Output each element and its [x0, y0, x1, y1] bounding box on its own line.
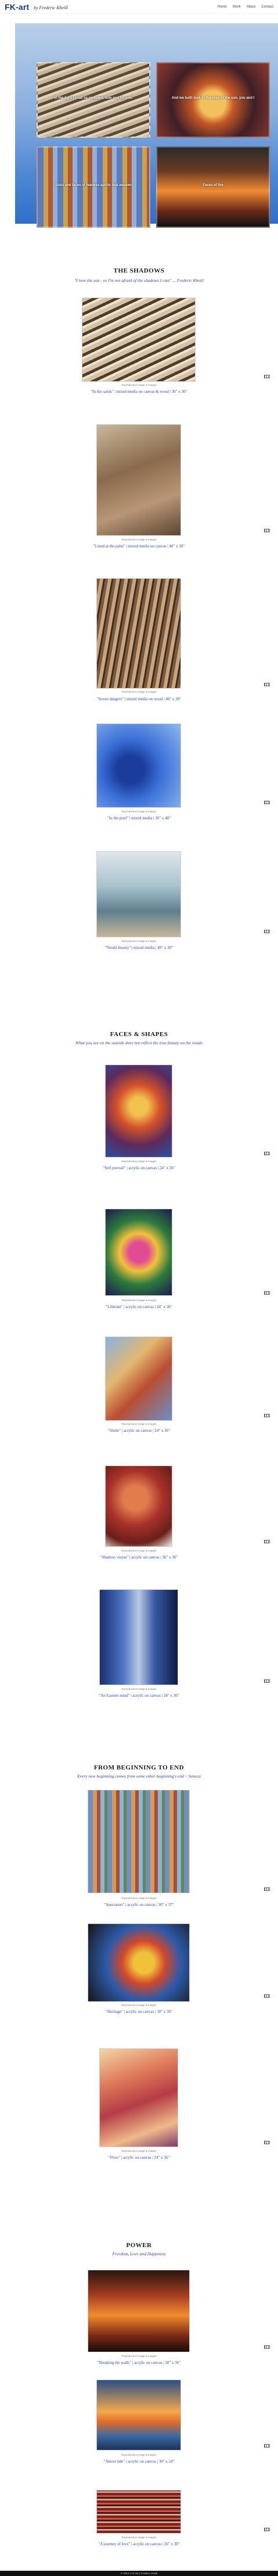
hero-tile-caption: Faces of fire — [203, 184, 223, 188]
hero-tile-shadows[interactable]: In the light I shall be revealed, now an… — [37, 62, 150, 138]
artwork-credit: Reproduction image & images — [121, 2149, 157, 2152]
gallery-icon[interactable] — [264, 1887, 270, 1891]
artwork-title: "Nestlé beauty" | mixed media | 40" x 30… — [105, 945, 173, 950]
gallery-icon[interactable] — [264, 683, 270, 686]
artwork-image[interactable] — [96, 2490, 181, 2534]
artwork-image[interactable] — [88, 1923, 190, 2002]
gallery-icon[interactable] — [264, 2528, 270, 2531]
artwork-title: "Flow" | acrylic on canvas | 24" x 36" — [108, 2155, 170, 2160]
section-subtitle: Every new beginning comes from some othe… — [77, 1774, 201, 1779]
artwork-image[interactable] — [105, 1209, 172, 1296]
section-title: FACES & SHAPES — [110, 1031, 168, 1038]
nav-work[interactable]: Work — [233, 5, 241, 9]
artwork-credit: Reproduction image & images — [121, 1688, 157, 1690]
hero-tile-caption: And we both look in the eyes of the sun,… — [171, 96, 255, 101]
section-title: POWER — [126, 2242, 152, 2249]
artwork-image[interactable] — [105, 1337, 172, 1421]
artwork-credit: Reproduction image & images — [121, 538, 157, 541]
artwork-image[interactable] — [82, 298, 196, 382]
gallery-icon[interactable] — [264, 529, 270, 532]
section-subtitle: Freedom, Love and Happiness — [112, 2251, 166, 2256]
artwork-image[interactable] — [96, 578, 181, 689]
artwork-credit: Reproduction image & images — [121, 2004, 157, 2007]
gallery-icon[interactable] — [264, 930, 270, 933]
gallery-icon[interactable] — [264, 2141, 270, 2144]
artwork-image[interactable] — [88, 2270, 190, 2352]
hero-tile-faces[interactable]: And we both look in the eyes of the sun,… — [156, 62, 270, 138]
artwork-title: "In the sands" | mixed media on canvas &… — [91, 389, 187, 394]
site-header: FK-art by Frederic Kheill Home Work Abou… — [0, 0, 278, 14]
artwork-credit: Reproduction image & images — [121, 1423, 157, 1425]
artwork-credit: Reproduction image & images — [121, 2355, 157, 2358]
hero-tile-caption: Stars and faces of fearless spirits that… — [55, 184, 132, 188]
artwork-image[interactable] — [99, 1589, 178, 1685]
artwork-image[interactable] — [99, 2048, 178, 2147]
artwork-credit: Reproduction image & images — [121, 690, 157, 693]
nav-contact[interactable]: Contact — [261, 5, 273, 9]
gallery-icon[interactable] — [264, 375, 270, 378]
artwork-image[interactable] — [96, 723, 181, 808]
artwork-title: "Heritage" | acrylic on canvas | 30" x 3… — [106, 2009, 172, 2014]
artwork-title: "An Eastern mind" | acrylic on canvas | … — [99, 1693, 179, 1698]
artwork-title: "In the pool" | mixed media | 36" x 48" — [107, 816, 171, 821]
artwork-title: "Self portrait" | acrylic on canvas | 24… — [103, 1166, 175, 1170]
gallery-icon[interactable] — [264, 1679, 270, 1683]
artwork-image[interactable] — [96, 2380, 181, 2450]
gallery-icon[interactable] — [264, 801, 270, 804]
artwork-credit: Reproduction image & images — [121, 1897, 157, 1900]
gallery-icon[interactable] — [264, 2444, 270, 2448]
hero-slider-dots[interactable]: • • • • — [15, 235, 278, 239]
artwork-title: "Liberate" | acrylic on canvas | 24" x 3… — [106, 1305, 172, 1309]
hero-tile-beginning[interactable]: Stars and faces of fearless spirits that… — [37, 146, 150, 228]
site-footer: © 2013 | FK-art | Frederic Kheill — [0, 2571, 278, 2576]
gallery-icon[interactable] — [264, 2345, 270, 2349]
artwork-image[interactable] — [96, 851, 181, 937]
artwork-credit: Reproduction image & images — [121, 2536, 157, 2539]
main-nav: Home Work About Contact — [218, 5, 273, 9]
artwork-image[interactable] — [105, 1466, 172, 1547]
section-subtitle: What you see on the outside does not ref… — [75, 1040, 203, 1045]
artwork-title: "Spectators" | acrylic on canvas | 30" x… — [104, 1903, 174, 1907]
artwork-credit: Reproduction image & images — [121, 1299, 157, 1302]
artwork-title: "Seven dangers" | mixed media on wood | … — [96, 697, 182, 701]
artwork-title: "Smile" | acrylic on canvas | 24" x 36" — [107, 1428, 171, 1433]
nav-home[interactable]: Home — [218, 5, 227, 9]
page: FK-art by Frederic Kheill Home Work Abou… — [0, 0, 278, 2576]
artwork-credit: Reproduction image & images — [121, 1160, 157, 1163]
artwork-image[interactable] — [96, 424, 181, 536]
site-logo[interactable]: FK-art — [5, 2, 29, 12]
hero-banner: In the light I shall be revealed, now an… — [15, 23, 278, 239]
gallery-icon[interactable] — [264, 1994, 270, 1998]
gallery-icon[interactable] — [264, 1291, 270, 1295]
artwork-title: "Lined at the palm" | mixed media on can… — [93, 544, 185, 549]
section-subtitle: "I love the sun - so I'm not afraid of t… — [74, 278, 204, 283]
artwork-credit: Reproduction image & images — [121, 810, 157, 813]
artwork-title: "A journey of love" | acrylic on canvas … — [98, 2542, 180, 2546]
artwork-credit: Reproduction image & images — [121, 940, 157, 943]
artwork-credit: Reproduction image & images — [121, 2453, 157, 2456]
artwork-image[interactable] — [105, 1065, 172, 1158]
nav-about[interactable]: About — [247, 5, 256, 9]
artwork-image[interactable] — [88, 1790, 190, 1893]
artwork-title: "Above tide" | acrylic on canvas | 30" x… — [103, 2459, 175, 2464]
gallery-icon[interactable] — [264, 1540, 270, 1543]
hero-tile-power[interactable]: Faces of fire — [156, 146, 270, 228]
hero-tile-caption: In the light I shall be revealed, now an… — [54, 96, 133, 101]
section-title: THE SHADOWS — [113, 267, 165, 274]
artwork-credit: Reproduction image & images — [121, 384, 157, 386]
artwork-credit: Reproduction image & images — [121, 1549, 157, 1552]
gallery-icon[interactable] — [264, 1152, 270, 1155]
artwork-title: "Breaking the walls" | acrylic on canvas… — [97, 2360, 181, 2365]
section-title: FROM BEGINNING TO END — [93, 1764, 185, 1771]
artwork-title: "Shadow, vision" | acrylic on canvas | 3… — [100, 1555, 178, 1560]
site-logo-subtitle: by Frederic Kheill — [34, 5, 68, 10]
gallery-icon[interactable] — [264, 1414, 270, 1417]
